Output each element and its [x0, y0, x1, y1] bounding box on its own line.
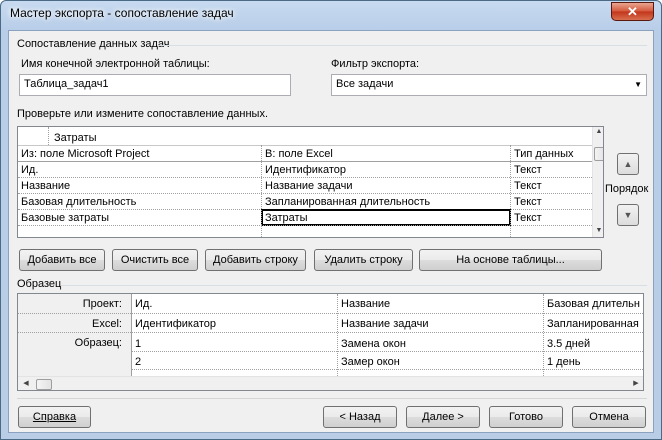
sample-title: Образец	[17, 278, 62, 290]
header-type: Тип данных	[514, 148, 574, 160]
edit-row-line	[18, 145, 592, 146]
sample-line-3	[131, 351, 643, 352]
dialog-client-area: Сопоставление данных задач Имя конечной …	[8, 30, 654, 433]
cancel-button[interactable]: Отмена	[572, 406, 646, 428]
export-filter-label: Фильтр экспорта:	[331, 58, 420, 70]
window-title: Мастер экспорта - сопоставление задач	[10, 6, 234, 20]
sample-header-project: Проект:	[82, 298, 122, 310]
close-button[interactable]: ✕	[611, 2, 654, 21]
sample-col-3-project: Базовая длительн	[547, 298, 640, 310]
sample-grid: Проект: Excel: Образец: Ид. Идентификато…	[17, 293, 644, 391]
sample-col-2-excel: Название задачи	[341, 318, 429, 330]
scroll-thumb[interactable]	[594, 147, 603, 161]
clear-all-button[interactable]: Очистить все	[112, 249, 198, 271]
add-row-button[interactable]: Добавить строку	[205, 249, 306, 271]
sample-col-divider-1	[337, 294, 338, 376]
header-to: В: поле Excel	[265, 148, 333, 160]
add-all-button[interactable]: Добавить все	[19, 249, 105, 271]
move-down-button[interactable]: ▼	[617, 204, 639, 226]
mapping-row-3-from[interactable]: Базовая длительность	[19, 195, 259, 209]
help-button[interactable]: Справка	[18, 406, 91, 428]
mapping-row-3-type: Текст	[514, 196, 542, 208]
delete-row-button[interactable]: Удалить строку	[314, 249, 413, 271]
export-filter-select[interactable]: Все задачи ▼	[331, 74, 647, 96]
row-line-2	[18, 193, 592, 194]
mapping-row-2-from[interactable]: Название	[19, 179, 259, 193]
sample-line-1	[18, 313, 643, 314]
mapping-row-1-from[interactable]: Ид.	[19, 163, 259, 177]
export-filter-value: Все задачи	[336, 78, 394, 90]
mapping-edit-value[interactable]: Затраты	[52, 131, 592, 145]
sample-divider	[61, 285, 647, 286]
sample-line-2	[18, 332, 643, 333]
scroll-right-icon[interactable]: ▶	[630, 379, 642, 387]
title-bar: Мастер экспорта - сопоставление задач ✕	[1, 1, 661, 31]
chevron-down-icon: ▼	[634, 80, 642, 89]
export-wizard-window: Мастер экспорта - сопоставление задач ✕ …	[0, 0, 662, 440]
sample-header-sample: Образец:	[74, 337, 122, 349]
section-divider	[157, 45, 647, 46]
help-button-label: Справка	[32, 411, 77, 423]
finish-button[interactable]: Готово	[489, 406, 563, 428]
row-line-1	[18, 177, 592, 178]
sample-horizontal-scrollbar[interactable]: ◀ ▶	[18, 376, 643, 390]
mapping-row-4-from[interactable]: Базовые затраты	[19, 211, 259, 225]
scroll-left-icon[interactable]: ◀	[20, 379, 32, 387]
mapping-grid[interactable]: Затраты Из: поле Microsoft Project В: по…	[17, 126, 604, 238]
sample-col-divider-0	[131, 294, 132, 376]
mapping-row-4-type: Текст	[514, 212, 542, 224]
next-button[interactable]: Далее >	[406, 406, 480, 428]
sample-col-3-value-1: 3.5 дней	[547, 338, 591, 350]
mapping-vertical-scrollbar[interactable]: ▲ ▼	[592, 127, 603, 237]
mapping-row-3-to[interactable]: Запланированная длительность	[263, 195, 508, 209]
col-divider-1	[261, 145, 262, 237]
up-arrow-icon: ▲	[623, 159, 633, 169]
mapping-instruction: Проверьте или измените сопоставление дан…	[17, 108, 269, 120]
header-from: Из: поле Microsoft Project	[21, 148, 150, 160]
row-line-4	[18, 225, 592, 226]
sample-col-1-project: Ид.	[135, 298, 153, 310]
back-button[interactable]: < Назад	[323, 406, 397, 428]
move-up-button[interactable]: ▲	[617, 153, 639, 175]
sample-col-2-value-1: Замена окон	[341, 338, 406, 350]
order-label: Порядок	[605, 183, 649, 195]
scroll-up-icon[interactable]: ▲	[593, 128, 603, 135]
mapping-row-1-type: Текст	[514, 164, 542, 176]
dest-table-input[interactable]: Таблица_задач1	[19, 74, 291, 96]
close-icon: ✕	[627, 4, 638, 19]
sample-line-4	[131, 369, 643, 370]
mapping-row-2-to[interactable]: Название задачи	[263, 179, 508, 193]
section-title: Сопоставление данных задач	[17, 38, 170, 50]
sample-header-excel: Excel:	[92, 318, 122, 330]
sample-col-3-value-2: 1 день	[547, 356, 581, 368]
sample-col-2-project: Название	[341, 298, 391, 310]
mapping-row-1-to[interactable]: Идентификатор	[263, 163, 508, 177]
sample-col-divider-2	[543, 294, 544, 376]
dest-table-label: Имя конечной электронной таблицы:	[21, 58, 210, 70]
edit-row-divider	[48, 127, 49, 145]
footer-divider	[17, 398, 647, 399]
scroll-thumb-horizontal[interactable]	[36, 379, 52, 390]
sample-col-3-excel: Запланированная	[547, 318, 639, 330]
header-line	[18, 161, 592, 162]
based-on-table-button[interactable]: На основе таблицы...	[419, 249, 602, 271]
down-arrow-icon: ▼	[623, 210, 633, 220]
sample-col-1-value-1: 1	[135, 338, 142, 350]
sample-col-2-value-2: Замер окон	[341, 356, 400, 368]
col-divider-2	[510, 145, 511, 237]
selected-cell-outline	[261, 209, 511, 226]
sample-col-1-excel: Идентификатор	[135, 318, 216, 330]
sample-col-1-value-2: 2	[135, 356, 142, 368]
mapping-row-2-type: Текст	[514, 180, 542, 192]
scroll-down-icon[interactable]: ▼	[593, 227, 603, 234]
